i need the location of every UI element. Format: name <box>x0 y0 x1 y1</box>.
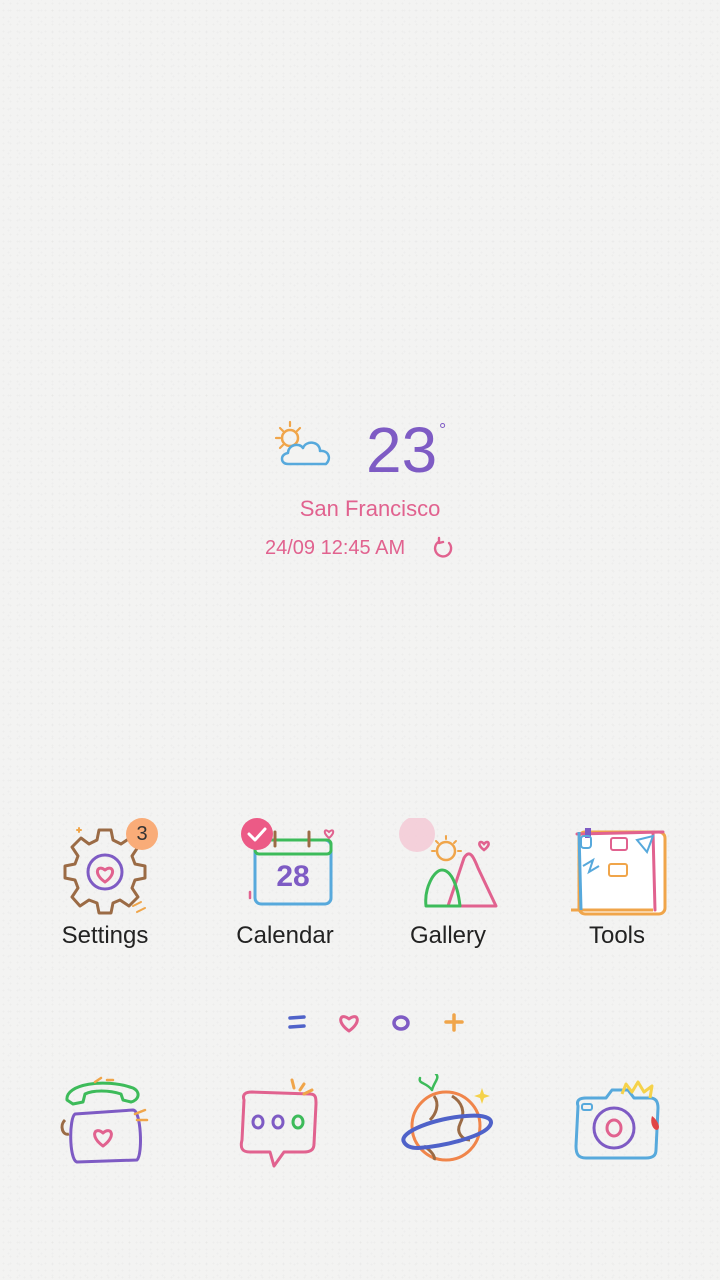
plus-page-icon[interactable] <box>444 1013 464 1032</box>
app-calendar[interactable]: 28 Calendar <box>220 818 350 958</box>
circle-page-icon[interactable] <box>392 1015 410 1031</box>
app-label-gallery: Gallery <box>409 922 487 949</box>
messages-icon <box>239 1078 318 1168</box>
dock-phone[interactable] <box>55 1074 155 1174</box>
app-label-calendar: Calendar <box>236 922 334 949</box>
temperature: 23 <box>366 414 438 486</box>
app-gallery[interactable]: Gallery <box>383 818 513 958</box>
dock-camera[interactable] <box>568 1074 668 1174</box>
city-name: San Francisco <box>299 496 441 521</box>
camera-icon <box>574 1080 660 1160</box>
app-label-tools: Tools <box>588 922 646 949</box>
app-settings[interactable]: 3 Settings <box>40 818 170 958</box>
internet-planet-icon <box>401 1072 493 1162</box>
notification-badge: 3 <box>126 818 158 850</box>
page-indicator[interactable] <box>280 1008 470 1038</box>
menu-page-icon[interactable] <box>288 1015 306 1029</box>
calendar-icon: 28 <box>241 818 335 906</box>
tools-folder-icon <box>571 828 667 916</box>
weather-datetime: 24/09 12:45 AM <box>265 537 406 559</box>
calendar-day: 28 <box>276 860 309 893</box>
gallery-icon <box>399 818 498 908</box>
heart-page-icon[interactable] <box>339 1015 359 1033</box>
partly-cloudy-icon <box>274 420 331 466</box>
app-label-settings: Settings <box>61 922 149 949</box>
dock-internet[interactable] <box>396 1072 496 1174</box>
dock-messages[interactable] <box>230 1074 330 1174</box>
degree-symbol: ° <box>439 420 447 440</box>
folder-tools[interactable]: Tools <box>552 818 682 958</box>
refresh-icon[interactable] <box>430 536 456 562</box>
phone-icon <box>60 1076 149 1164</box>
